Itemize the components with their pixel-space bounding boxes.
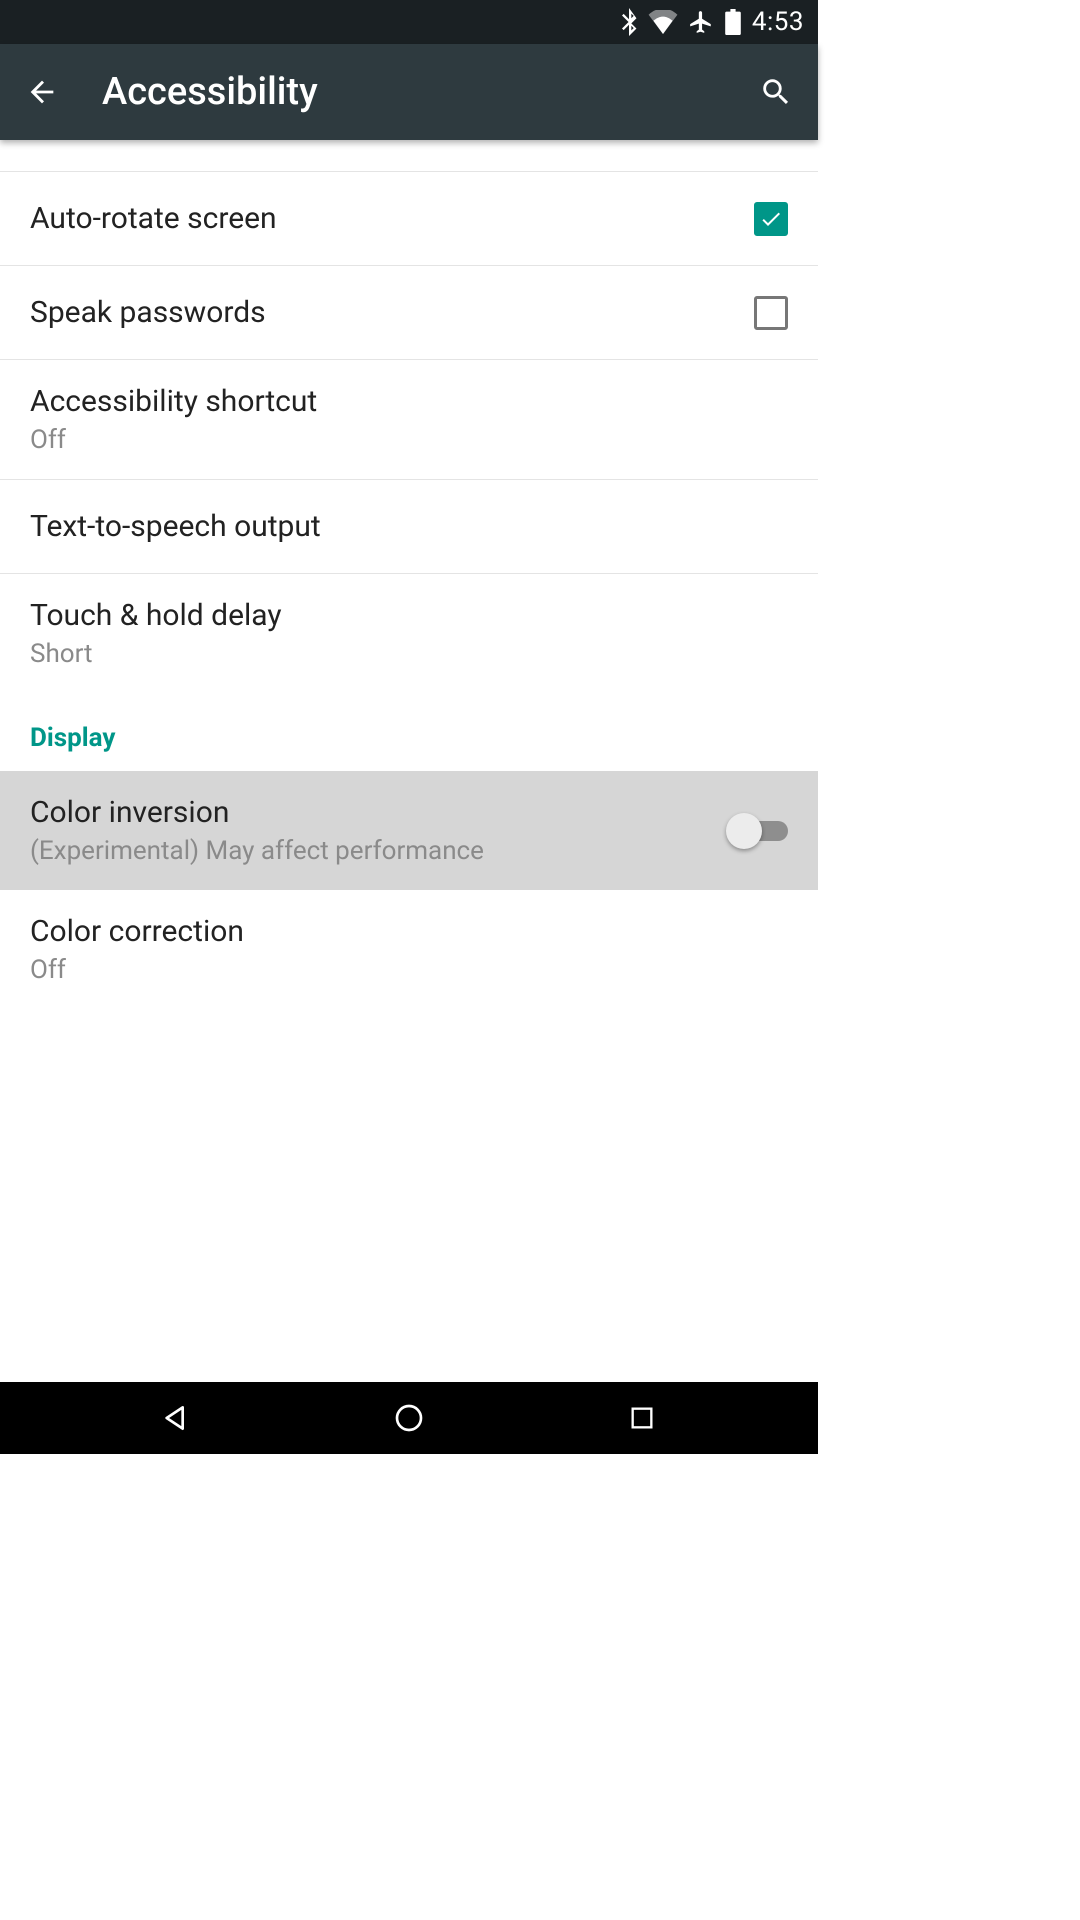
row-auto-rotate[interactable]: Auto-rotate screen: [0, 172, 818, 266]
section-header-display: Display: [0, 693, 818, 771]
row-value: (Experimental) May affect performance: [30, 836, 726, 866]
row-label: Auto-rotate screen: [30, 201, 754, 236]
color-inversion-switch[interactable]: [726, 813, 788, 849]
row-color-inversion[interactable]: Color inversion (Experimental) May affec…: [0, 771, 818, 890]
previous-row-peek: [0, 140, 818, 172]
check-icon: [759, 207, 783, 231]
search-button[interactable]: [752, 68, 800, 116]
speak-passwords-checkbox[interactable]: [754, 296, 788, 330]
row-label: Color inversion: [30, 795, 726, 830]
row-label: Text-to-speech output: [30, 509, 788, 544]
settings-list[interactable]: Auto-rotate screen Speak passwords Acces…: [0, 140, 818, 1382]
row-label: Touch & hold delay: [30, 598, 788, 633]
row-value: Off: [30, 955, 788, 985]
auto-rotate-checkbox[interactable]: [754, 202, 788, 236]
bluetooth-icon: [620, 8, 638, 36]
row-speak-passwords[interactable]: Speak passwords: [0, 266, 818, 360]
switch-thumb: [726, 813, 762, 849]
row-color-correction[interactable]: Color correction Off: [0, 890, 818, 1009]
page-title: Accessibility: [102, 70, 752, 114]
arrow-left-icon: [25, 75, 59, 109]
row-value: Off: [30, 425, 788, 455]
row-text-to-speech[interactable]: Text-to-speech output: [0, 480, 818, 574]
row-label: Color correction: [30, 914, 788, 949]
nav-recents-button[interactable]: [614, 1390, 670, 1446]
row-accessibility-shortcut[interactable]: Accessibility shortcut Off: [0, 360, 818, 480]
nav-back-button[interactable]: [148, 1390, 204, 1446]
search-icon: [759, 75, 793, 109]
battery-icon: [724, 9, 742, 35]
circle-home-icon: [393, 1402, 425, 1434]
row-value: Short: [30, 639, 788, 669]
airplane-icon: [688, 9, 714, 35]
status-bar: 4:53: [0, 0, 818, 44]
wifi-icon: [648, 10, 678, 34]
nav-home-button[interactable]: [381, 1390, 437, 1446]
row-label: Accessibility shortcut: [30, 384, 788, 419]
row-touch-hold-delay[interactable]: Touch & hold delay Short: [0, 574, 818, 693]
status-time: 4:53: [752, 7, 804, 37]
row-label: Speak passwords: [30, 295, 754, 330]
square-recents-icon: [628, 1404, 656, 1432]
triangle-back-icon: [160, 1402, 192, 1434]
app-bar: Accessibility: [0, 44, 818, 140]
back-button[interactable]: [18, 68, 66, 116]
navigation-bar: [0, 1382, 818, 1454]
